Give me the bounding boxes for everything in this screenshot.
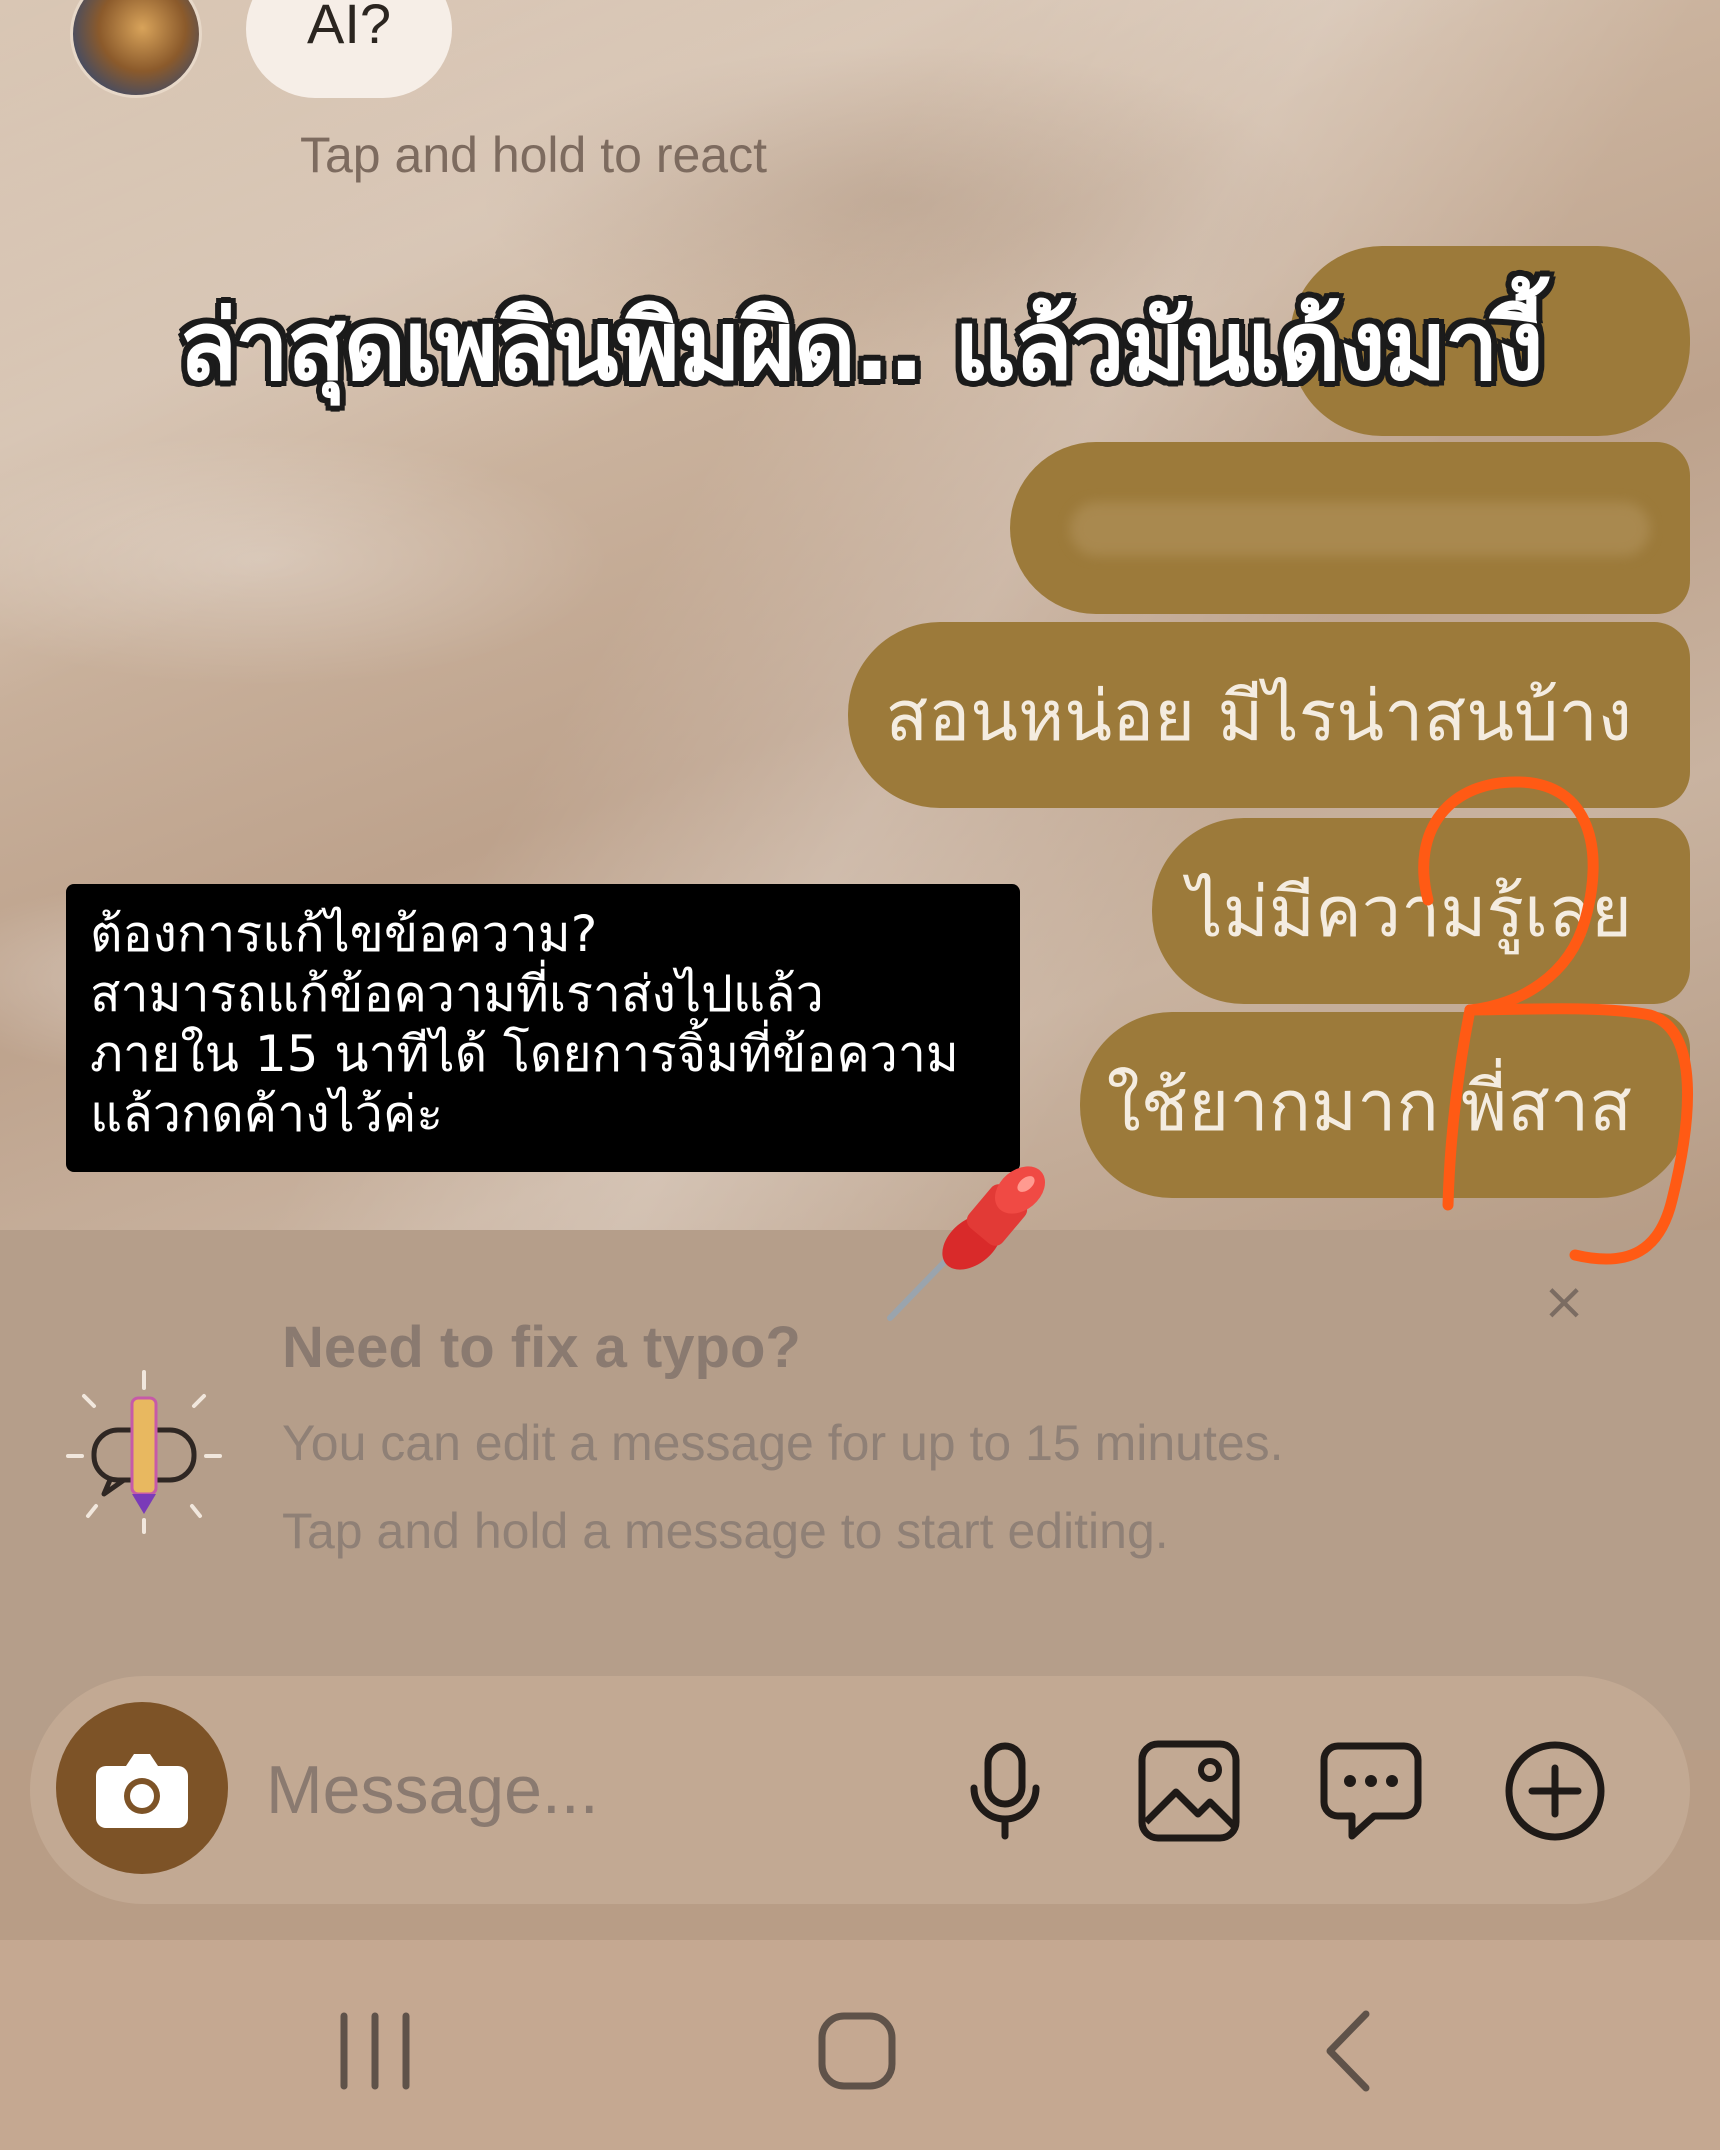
tip-line: You can edit a message for up to 15 minu… [282,1415,1284,1471]
tip-title: Need to fix a typo? [282,1315,801,1380]
react-hint-text: Tap and hold to react [300,127,767,183]
camera-icon [96,1754,188,1828]
pushpin-icon [887,1166,1046,1321]
close-tip-button[interactable]: × [1540,1276,1588,1328]
home-icon[interactable] [812,2006,902,2096]
sent-message-text: ไม่มีความรู้เลย [1187,870,1632,953]
caption-line: ภายใน 15 นาทีได้ โดยการจิ้มที่ข้อความ [90,1025,959,1083]
back-icon[interactable] [1306,2006,1396,2096]
sent-message-bubble[interactable]: ไม่มีความรู้เลย [1152,818,1690,1004]
headline-overlay: ล่าสุดเพลินพิมผิด.. แล้วมันเด้งมางี้ [178,290,1543,402]
typo-tip-panel [0,1230,1720,1750]
message-input[interactable] [266,1744,906,1836]
sent-message-text: สอนหน่อย มีไรน่าสนบ้าง [885,674,1632,757]
caption-line: สามารถแก้ข้อความที่เราส่งไปแล้ว [90,965,824,1023]
sent-message-text: ใช้ยากมาก พี่สาส [1106,1064,1632,1147]
sent-message-bubble[interactable]: สอนหน่อย มีไรน่าสนบ้าง [848,622,1690,808]
sent-message-bubble[interactable]: ใช้ยากมาก พี่สาส [1080,1012,1690,1198]
caption-box: ต้องการแก้ไขข้อความ? สามารถแก้ข้อความที่… [66,884,1020,1172]
caption-line: ต้องการแก้ไขข้อความ? [90,905,598,963]
edit-bubble-icon [66,1370,222,1534]
caption-line: แล้วกดค้างไว้ค่ะ [90,1085,444,1143]
camera-button[interactable] [56,1702,228,1874]
plus-icon[interactable] [1500,1736,1610,1846]
chat-bubble-icon[interactable] [1316,1736,1426,1846]
recent-apps-icon[interactable] [330,2006,420,2096]
image-icon[interactable] [1134,1736,1244,1846]
sent-message-bubble-blurred[interactable] [1010,442,1690,614]
blurred-content [1070,502,1650,556]
received-message-bubble[interactable]: AI? [246,0,452,98]
tip-line: Tap and hold a message to start editing. [282,1503,1169,1559]
microphone-icon[interactable] [950,1736,1060,1846]
received-message-text: AI? [306,0,392,55]
